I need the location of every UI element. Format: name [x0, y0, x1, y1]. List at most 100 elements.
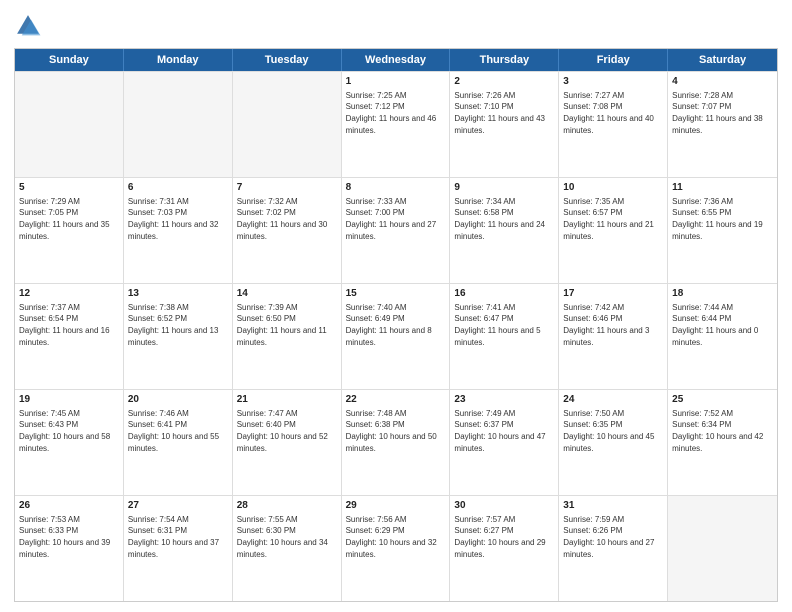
day-number: 15 [346, 287, 446, 301]
calendar-cell: 17 Sunrise: 7:42 AMSunset: 6:46 PMDayligh… [559, 284, 668, 389]
calendar-cell [233, 72, 342, 177]
calendar-cell: 13Sunrise: 7:38 AMSunset: 6:52 PMDayligh… [124, 284, 233, 389]
calendar-cell: 4Sunrise: 7:28 AMSunset: 7:07 PMDaylight… [668, 72, 777, 177]
calendar-cell: 23Sunrise: 7:49 AMSunset: 6:37 PMDayligh… [450, 390, 559, 495]
cell-info: Sunrise: 7:44 AMSunset: 6:44 PMDaylight:… [672, 303, 758, 347]
cell-info: Sunrise: 7:40 AMSunset: 6:49 PMDaylight:… [346, 303, 432, 347]
calendar-cell: 14 Sunrise: 7:39 AMSunset: 6:50 PMDayligh… [233, 284, 342, 389]
calendar-row-1: 5 Sunrise: 7:29 AMSunset: 7:05 PMDaylight… [15, 177, 777, 283]
cell-info: Sunrise: 7:45 AMSunset: 6:43 PMDaylight:… [19, 409, 110, 453]
cell-info: Sunrise: 7:27 AMSunset: 7:08 PMDaylight:… [563, 91, 654, 135]
calendar-cell: 12 Sunrise: 7:37 AMSunset: 6:54 PMDayligh… [15, 284, 124, 389]
page-container: SundayMondayTuesdayWednesdayThursdayFrid… [0, 0, 792, 612]
calendar-row-3: 19Sunrise: 7:45 AMSunset: 6:43 PMDayligh… [15, 389, 777, 495]
calendar-cell [15, 72, 124, 177]
day-number: 5 [19, 181, 119, 195]
cell-info: Sunrise: 7:33 AMSunset: 7:00 PMDaylight:… [346, 197, 437, 241]
cell-info: Sunrise: 7:41 AMSunset: 6:47 PMDaylight:… [454, 303, 540, 347]
cell-info: Sunrise: 7:42 AMSunset: 6:46 PMDaylight:… [563, 303, 649, 347]
calendar-cell: 21 Sunrise: 7:47 AMSunset: 6:40 PMDayligh… [233, 390, 342, 495]
calendar-header: SundayMondayTuesdayWednesdayThursdayFrid… [15, 49, 777, 71]
day-of-week-monday: Monday [124, 49, 233, 71]
cell-info: Sunrise: 7:46 AMSunset: 6:41 PMDaylight:… [128, 409, 219, 453]
cell-info: Sunrise: 7:36 AMSunset: 6:55 PMDaylight:… [672, 197, 763, 241]
day-number: 18 [672, 287, 773, 301]
calendar-cell: 30 Sunrise: 7:57 AMSunset: 6:27 PMDayligh… [450, 496, 559, 601]
calendar-cell: 6Sunrise: 7:31 AMSunset: 7:03 PMDaylight… [124, 178, 233, 283]
cell-info: Sunrise: 7:32 AMSunset: 7:02 PMDaylight:… [237, 197, 328, 241]
calendar-cell: 27Sunrise: 7:54 AMSunset: 6:31 PMDayligh… [124, 496, 233, 601]
calendar-cell: 10 Sunrise: 7:35 AMSunset: 6:57 PMDayligh… [559, 178, 668, 283]
calendar-row-2: 12 Sunrise: 7:37 AMSunset: 6:54 PMDayligh… [15, 283, 777, 389]
day-number: 6 [128, 181, 228, 195]
calendar: SundayMondayTuesdayWednesdayThursdayFrid… [14, 48, 778, 602]
calendar-cell: 5 Sunrise: 7:29 AMSunset: 7:05 PMDaylight… [15, 178, 124, 283]
calendar-cell: 28 Sunrise: 7:55 AMSunset: 6:30 PMDayligh… [233, 496, 342, 601]
calendar-cell: 18 Sunrise: 7:44 AMSunset: 6:44 PMDayligh… [668, 284, 777, 389]
cell-info: Sunrise: 7:47 AMSunset: 6:40 PMDaylight:… [237, 409, 328, 453]
day-number: 22 [346, 393, 446, 407]
day-of-week-saturday: Saturday [668, 49, 777, 71]
day-number: 24 [563, 393, 663, 407]
day-of-week-friday: Friday [559, 49, 668, 71]
cell-info: Sunrise: 7:35 AMSunset: 6:57 PMDaylight:… [563, 197, 654, 241]
calendar-cell [668, 496, 777, 601]
day-number: 3 [563, 75, 663, 89]
day-number: 8 [346, 181, 446, 195]
calendar-cell [124, 72, 233, 177]
calendar-body: 1Sunrise: 7:25 AMSunset: 7:12 PMDaylight… [15, 71, 777, 601]
cell-info: Sunrise: 7:50 AMSunset: 6:35 PMDaylight:… [563, 409, 654, 453]
day-of-week-wednesday: Wednesday [342, 49, 451, 71]
cell-info: Sunrise: 7:26 AMSunset: 7:10 PMDaylight:… [454, 91, 545, 135]
calendar-cell: 22 Sunrise: 7:48 AMSunset: 6:38 PMDayligh… [342, 390, 451, 495]
calendar-cell: 31 Sunrise: 7:59 AMSunset: 6:26 PMDayligh… [559, 496, 668, 601]
calendar-cell: 8 Sunrise: 7:33 AMSunset: 7:00 PMDaylight… [342, 178, 451, 283]
day-number: 20 [128, 393, 228, 407]
day-number: 14 [237, 287, 337, 301]
day-number: 31 [563, 499, 663, 513]
calendar-cell: 25Sunrise: 7:52 AMSunset: 6:34 PMDayligh… [668, 390, 777, 495]
day-number: 4 [672, 75, 773, 89]
calendar-cell: 29Sunrise: 7:56 AMSunset: 6:29 PMDayligh… [342, 496, 451, 601]
page-header [14, 12, 778, 40]
calendar-cell: 16 Sunrise: 7:41 AMSunset: 6:47 PMDayligh… [450, 284, 559, 389]
calendar-cell: 1Sunrise: 7:25 AMSunset: 7:12 PMDaylight… [342, 72, 451, 177]
calendar-row-4: 26Sunrise: 7:53 AMSunset: 6:33 PMDayligh… [15, 495, 777, 601]
day-of-week-thursday: Thursday [450, 49, 559, 71]
day-number: 16 [454, 287, 554, 301]
logo [14, 12, 46, 40]
calendar-cell: 15 Sunrise: 7:40 AMSunset: 6:49 PMDayligh… [342, 284, 451, 389]
cell-info: Sunrise: 7:29 AMSunset: 7:05 PMDaylight:… [19, 197, 110, 241]
day-number: 30 [454, 499, 554, 513]
day-number: 1 [346, 75, 446, 89]
day-number: 28 [237, 499, 337, 513]
day-number: 2 [454, 75, 554, 89]
cell-info: Sunrise: 7:55 AMSunset: 6:30 PMDaylight:… [237, 515, 328, 559]
day-number: 27 [128, 499, 228, 513]
day-number: 12 [19, 287, 119, 301]
calendar-cell: 19Sunrise: 7:45 AMSunset: 6:43 PMDayligh… [15, 390, 124, 495]
day-of-week-tuesday: Tuesday [233, 49, 342, 71]
day-number: 13 [128, 287, 228, 301]
calendar-row-0: 1Sunrise: 7:25 AMSunset: 7:12 PMDaylight… [15, 71, 777, 177]
day-number: 25 [672, 393, 773, 407]
cell-info: Sunrise: 7:56 AMSunset: 6:29 PMDaylight:… [346, 515, 437, 559]
cell-info: Sunrise: 7:39 AMSunset: 6:50 PMDaylight:… [237, 303, 327, 347]
cell-info: Sunrise: 7:37 AMSunset: 6:54 PMDaylight:… [19, 303, 110, 347]
calendar-cell: 7 Sunrise: 7:32 AMSunset: 7:02 PMDaylight… [233, 178, 342, 283]
cell-info: Sunrise: 7:53 AMSunset: 6:33 PMDaylight:… [19, 515, 110, 559]
calendar-cell: 9 Sunrise: 7:34 AMSunset: 6:58 PMDaylight… [450, 178, 559, 283]
cell-info: Sunrise: 7:34 AMSunset: 6:58 PMDaylight:… [454, 197, 545, 241]
day-number: 10 [563, 181, 663, 195]
calendar-cell: 2 Sunrise: 7:26 AMSunset: 7:10 PMDaylight… [450, 72, 559, 177]
calendar-cell: 26Sunrise: 7:53 AMSunset: 6:33 PMDayligh… [15, 496, 124, 601]
day-number: 17 [563, 287, 663, 301]
cell-info: Sunrise: 7:48 AMSunset: 6:38 PMDaylight:… [346, 409, 437, 453]
cell-info: Sunrise: 7:59 AMSunset: 6:26 PMDaylight:… [563, 515, 654, 559]
cell-info: Sunrise: 7:57 AMSunset: 6:27 PMDaylight:… [454, 515, 545, 559]
calendar-cell: 20 Sunrise: 7:46 AMSunset: 6:41 PMDayligh… [124, 390, 233, 495]
day-number: 9 [454, 181, 554, 195]
day-number: 21 [237, 393, 337, 407]
day-of-week-sunday: Sunday [15, 49, 124, 71]
day-number: 7 [237, 181, 337, 195]
